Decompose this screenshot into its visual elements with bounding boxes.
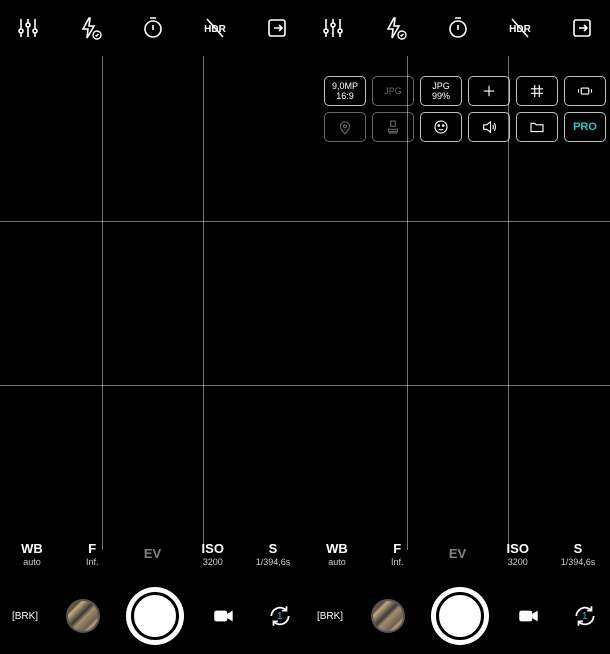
options-panel: 9,0MP16:9 JPG JPG99% PRO: [324, 76, 606, 148]
grid-line: [0, 221, 305, 222]
grid-line: [305, 385, 610, 386]
gallery-thumbnail[interactable]: [66, 599, 100, 633]
sliders-icon[interactable]: [14, 14, 42, 42]
timer-icon[interactable]: [139, 14, 167, 42]
stabilize-button[interactable]: [564, 76, 606, 106]
flash-icon[interactable]: [76, 14, 104, 42]
folder-button[interactable]: [516, 112, 558, 142]
face-button[interactable]: [420, 112, 462, 142]
gallery-thumbnail[interactable]: [371, 599, 405, 633]
pro-button[interactable]: PRO: [564, 112, 606, 142]
pro-wb[interactable]: WBauto: [315, 541, 359, 567]
pro-focus[interactable]: FInf.: [375, 541, 419, 567]
bracket-button[interactable]: [BRK]: [10, 601, 40, 631]
format-button[interactable]: JPG: [372, 76, 414, 106]
pro-controls: WBauto FInf. EV ISO3200 S1/394,6s: [0, 530, 305, 578]
timer-icon[interactable]: [444, 14, 472, 42]
video-icon[interactable]: [514, 601, 544, 631]
pro-shutter[interactable]: S1/394,6s: [251, 541, 295, 567]
sound-button[interactable]: [468, 112, 510, 142]
grid-line: [305, 221, 610, 222]
grid-line: [102, 56, 103, 550]
quality-button[interactable]: JPG99%: [420, 76, 462, 106]
exit-icon[interactable]: [568, 14, 596, 42]
top-toolbar: HDR: [0, 0, 305, 56]
location-button[interactable]: [324, 112, 366, 142]
shutter-button[interactable]: [431, 587, 489, 645]
crosshair-button[interactable]: [468, 76, 510, 106]
pro-ev[interactable]: EV: [436, 546, 480, 562]
bottom-toolbar: [BRK] 1: [0, 578, 305, 654]
switch-camera-icon[interactable]: 1: [570, 601, 600, 631]
grid-button[interactable]: [516, 76, 558, 106]
pro-iso[interactable]: ISO3200: [496, 541, 540, 567]
sliders-icon[interactable]: [319, 14, 347, 42]
pro-shutter[interactable]: S1/394,6s: [556, 541, 600, 567]
video-icon[interactable]: [209, 601, 239, 631]
stamp-button[interactable]: [372, 112, 414, 142]
viewfinder[interactable]: [0, 56, 305, 550]
hdr-icon[interactable]: HDR: [506, 14, 534, 42]
bracket-button[interactable]: [BRK]: [315, 601, 345, 631]
pro-ev[interactable]: EV: [131, 546, 175, 562]
hdr-icon[interactable]: HDR: [201, 14, 229, 42]
grid-line: [203, 56, 204, 550]
pro-controls: WBauto FInf. EV ISO3200 S1/394,6s: [305, 530, 610, 578]
pro-wb[interactable]: WBauto: [10, 541, 54, 567]
pro-iso[interactable]: ISO3200: [191, 541, 235, 567]
bottom-toolbar: [BRK] 1: [305, 578, 610, 654]
exit-icon[interactable]: [263, 14, 291, 42]
switch-camera-icon[interactable]: 1: [265, 601, 295, 631]
grid-line: [0, 385, 305, 386]
shutter-button[interactable]: [126, 587, 184, 645]
top-toolbar: HDR: [305, 0, 610, 56]
pro-focus[interactable]: FInf.: [70, 541, 114, 567]
flash-icon[interactable]: [381, 14, 409, 42]
resolution-button[interactable]: 9,0MP16:9: [324, 76, 366, 106]
